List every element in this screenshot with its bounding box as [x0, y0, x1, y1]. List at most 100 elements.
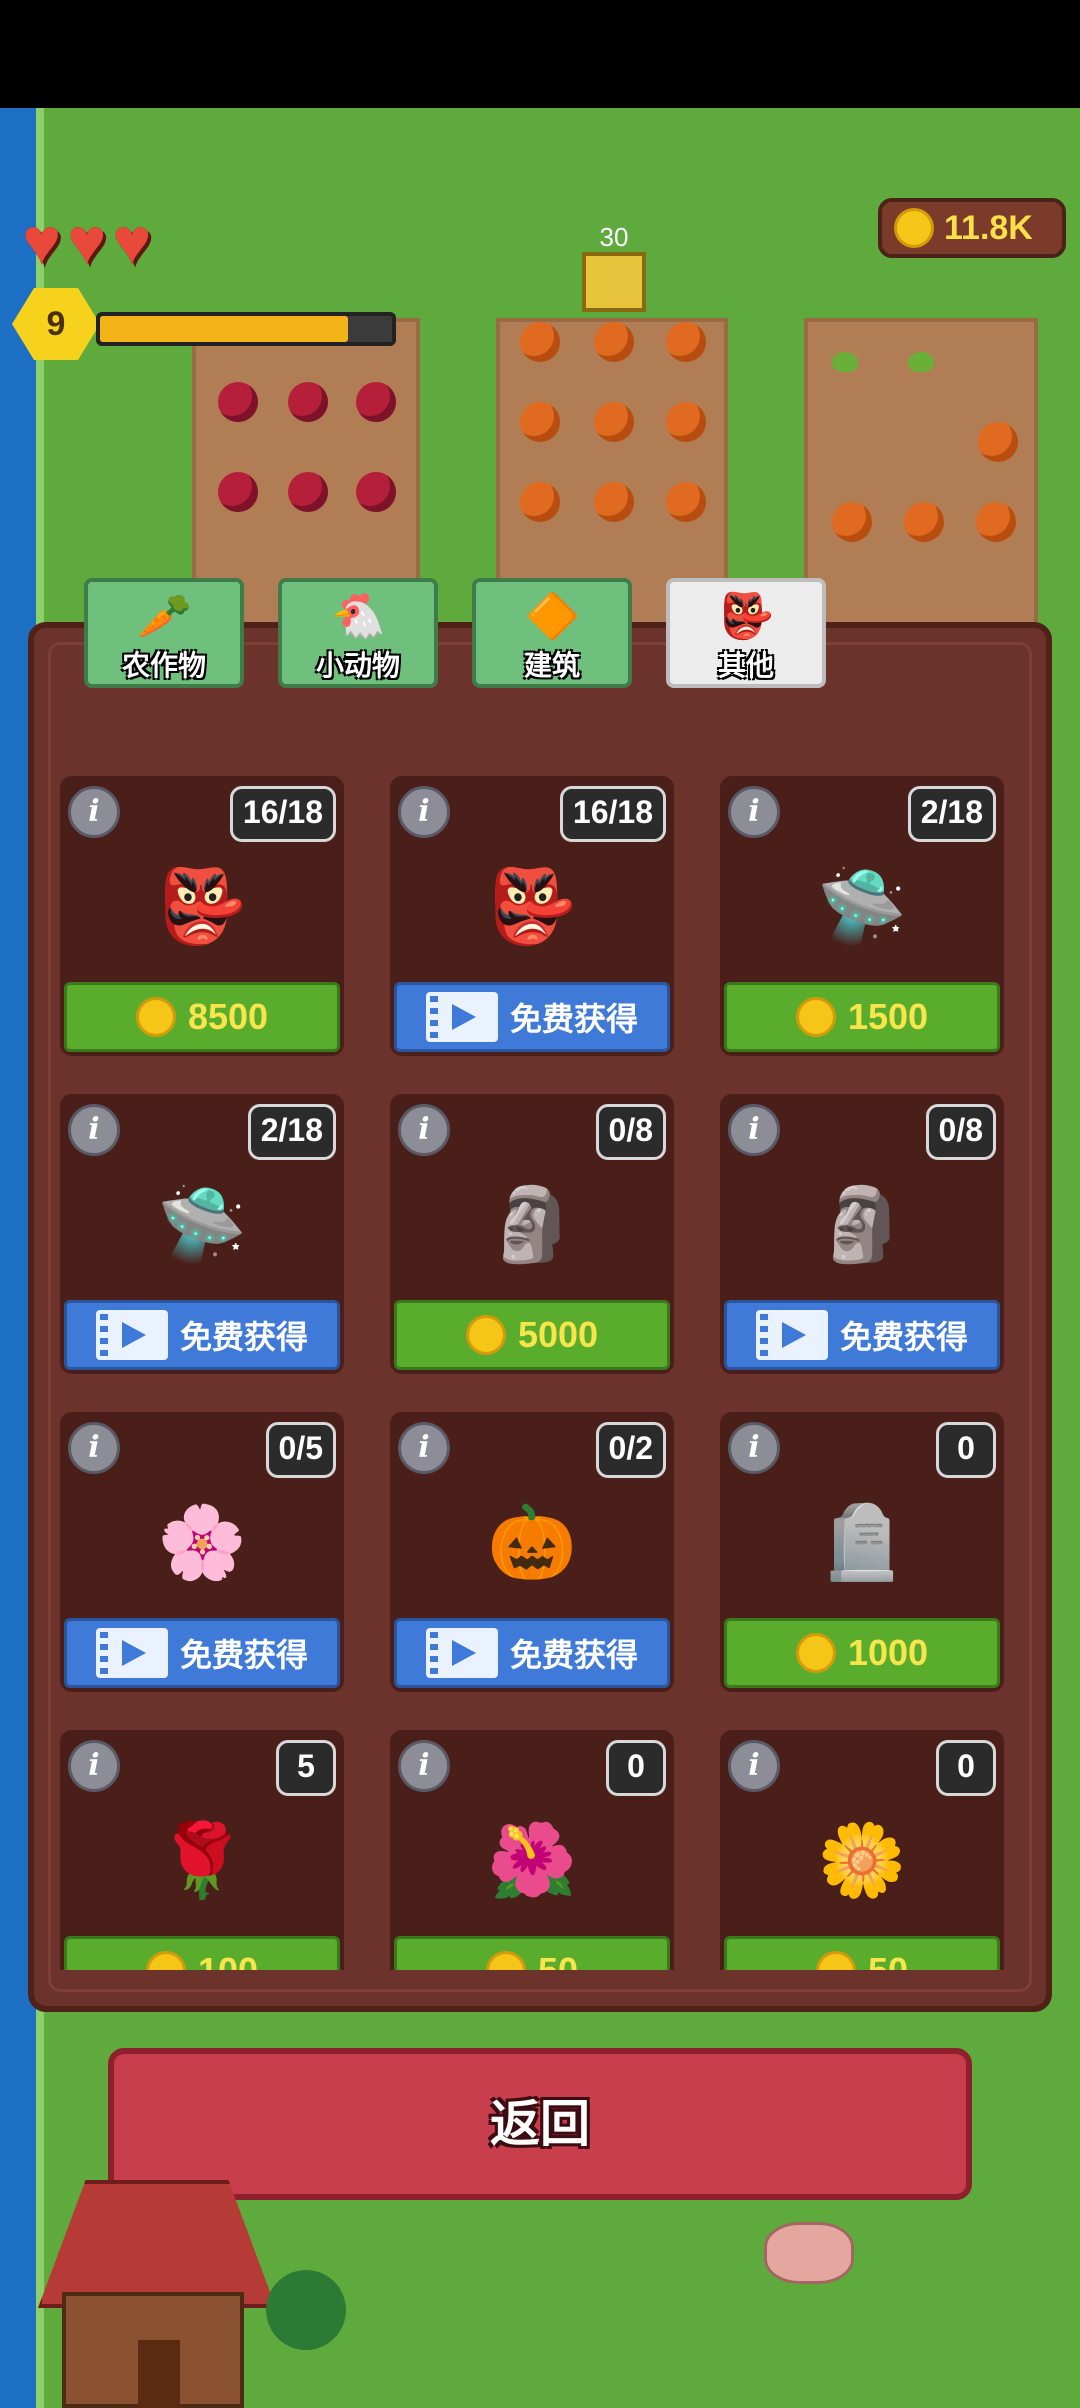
daisy-icon: 🌼: [817, 1820, 907, 1901]
tab-label: 农作物: [121, 650, 206, 681]
info-icon[interactable]: i: [68, 1422, 120, 1474]
watch-ad-free-button[interactable]: 免费获得: [394, 982, 670, 1052]
item-count-badge: 16/18: [559, 786, 666, 842]
item-count-badge: 0/8: [925, 1104, 996, 1160]
shop-item-card[interactable]: i 0 🌺 50: [390, 1730, 674, 1970]
tab-other[interactable]: 👺 其他: [666, 578, 826, 688]
pig[interactable]: [764, 2222, 854, 2284]
crop-plot-mixed[interactable]: [804, 318, 1038, 658]
house-walls: [62, 2292, 244, 2408]
scarecrow-icon: 🎃: [487, 1502, 577, 1583]
shop-item-card[interactable]: i 16/18 👺 免费获得: [390, 776, 674, 1056]
price-label: 50: [538, 1950, 578, 1970]
pumpkin-crop: [666, 482, 706, 522]
buy-with-coins-button[interactable]: 100: [64, 1936, 340, 1970]
info-icon[interactable]: i: [68, 1740, 120, 1792]
buy-with-coins-button[interactable]: 50: [724, 1936, 1000, 1970]
tab-label: 其他: [717, 650, 774, 681]
bird-of-paradise-icon: 🌺: [487, 1820, 577, 1901]
watch-ad-free-button[interactable]: 免费获得: [64, 1618, 340, 1688]
shop-item-card[interactable]: i 5 🌹 100: [60, 1730, 344, 1970]
tab-label: 小动物: [315, 650, 400, 681]
buy-with-coins-button[interactable]: 8500: [64, 982, 340, 1052]
coin-icon: [795, 997, 836, 1037]
buy-with-coins-button[interactable]: 50: [394, 1936, 670, 1970]
tab-label: 建筑: [523, 650, 580, 681]
price-label: 1500: [847, 996, 929, 1037]
house-roof: [38, 2180, 276, 2308]
drone-icon: 🛸: [157, 1184, 247, 1265]
drone-icon: 🛸: [817, 866, 907, 947]
shop-item-card[interactable]: i 0 🪦 1000: [720, 1412, 1004, 1692]
tab-animals[interactable]: 🐔 小动物: [278, 578, 438, 688]
info-icon[interactable]: i: [398, 1104, 450, 1156]
health-hearts: ♥ ♥ ♥: [22, 208, 152, 274]
info-icon[interactable]: i: [398, 1740, 450, 1792]
beet-crop: [218, 382, 258, 422]
heart-icon: ♥: [67, 204, 107, 278]
info-icon[interactable]: i: [68, 786, 120, 838]
price-label: 免费获得: [509, 1001, 638, 1037]
item-count-badge: 16/18: [229, 786, 336, 842]
buy-with-coins-button[interactable]: 1500: [724, 982, 1000, 1052]
shop-item-card[interactable]: i 0/5 🌸 免费获得: [60, 1412, 344, 1692]
shop-item-card[interactable]: i 0/8 🗿 5000: [390, 1094, 674, 1374]
coin-icon: [815, 1951, 856, 1970]
info-icon[interactable]: i: [728, 1422, 780, 1474]
coin-amount: 11.8K: [944, 208, 1033, 247]
farmhouse[interactable]: [38, 2160, 276, 2408]
house-door: [138, 2340, 180, 2408]
pumpkin-crop: [978, 422, 1018, 462]
crate-count: 30: [599, 222, 629, 252]
xp-bar-fill: [100, 316, 349, 342]
info-icon[interactable]: i: [68, 1104, 120, 1156]
watch-ad-free-button[interactable]: 免费获得: [724, 1300, 1000, 1370]
tombstone-icon: 🪦: [817, 1502, 907, 1583]
coin-icon: [894, 208, 934, 248]
tab-buildings[interactable]: 🔶 建筑: [472, 578, 632, 688]
heart-icon: ♥: [22, 204, 62, 278]
statue-icon: 🗿: [817, 1184, 907, 1265]
price-label: 8500: [187, 996, 269, 1037]
shop-item-card[interactable]: i 16/18 👺 8500: [60, 776, 344, 1056]
info-icon[interactable]: i: [728, 786, 780, 838]
carrot-icon: 🥕: [137, 592, 192, 641]
item-count-badge: 2/18: [247, 1104, 336, 1160]
price-label: 免费获得: [839, 1319, 968, 1355]
shop-item-card[interactable]: i 2/18 🛸 免费获得: [60, 1094, 344, 1374]
item-count-badge: 0: [936, 1422, 996, 1478]
coin-balance[interactable]: 11.8K: [878, 198, 1066, 258]
info-icon[interactable]: i: [728, 1740, 780, 1792]
pumpkin-crop: [832, 502, 872, 542]
price-label: 1000: [847, 1632, 929, 1673]
crate-icon[interactable]: [582, 252, 646, 312]
pumpkin-crop: [594, 402, 634, 442]
info-icon[interactable]: i: [398, 1422, 450, 1474]
shop-item-card[interactable]: i 0/8 🗿 免费获得: [720, 1094, 1004, 1374]
pumpkin-crop: [666, 322, 706, 362]
item-count-badge: 0: [606, 1740, 666, 1796]
tree: [266, 2270, 346, 2350]
shop-item-card[interactable]: i 0/2 🎃 免费获得: [390, 1412, 674, 1692]
sprout-crop: [832, 352, 858, 372]
info-icon[interactable]: i: [398, 786, 450, 838]
buy-with-coins-button[interactable]: 5000: [394, 1300, 670, 1370]
video-icon: [425, 992, 498, 1042]
shop-item-card[interactable]: i 2/18 🛸 1500: [720, 776, 1004, 1056]
rose-icon: 🌹: [157, 1820, 247, 1901]
pumpkin-crop: [520, 402, 560, 442]
goblin-icon: 👺: [487, 866, 577, 947]
shop-item-card[interactable]: i 0 🌼 50: [720, 1730, 1004, 1970]
watch-ad-free-button[interactable]: 免费获得: [64, 1300, 340, 1370]
beet-crop: [218, 472, 258, 512]
info-icon[interactable]: i: [728, 1104, 780, 1156]
item-grid[interactable]: i 16/18 👺 8500 i 16/18 👺 免费获得 i 2/18 🛸 1500 i 2/18 🛸 免费…: [60, 776, 1010, 1970]
heart-icon: ♥: [112, 204, 152, 278]
tab-crops[interactable]: 🥕 农作物: [84, 578, 244, 688]
buy-with-coins-button[interactable]: 1000: [724, 1618, 1000, 1688]
watch-ad-free-button[interactable]: 免费获得: [394, 1618, 670, 1688]
item-count-badge: 0: [936, 1740, 996, 1796]
pumpkin-crop: [520, 322, 560, 362]
pumpkin-crop: [520, 482, 560, 522]
item-count-badge: 5: [276, 1740, 336, 1796]
